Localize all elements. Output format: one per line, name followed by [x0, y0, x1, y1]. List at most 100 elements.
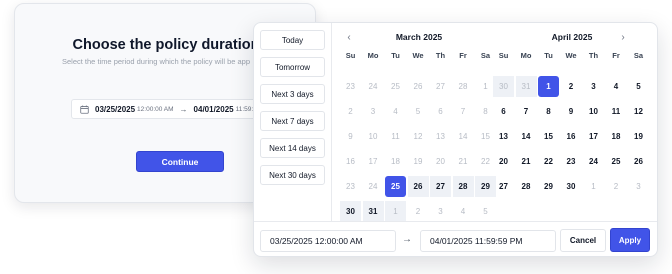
day-cell: 28	[458, 82, 468, 91]
day-cell: 2	[348, 107, 353, 116]
preset-list: Today Tomorrow Next 3 days Next 7 days N…	[254, 23, 332, 221]
day-cell[interactable]: 7	[516, 101, 537, 122]
day-cell[interactable]: 12	[628, 101, 649, 122]
arrow-right-icon: →	[402, 234, 412, 245]
day-cell[interactable]: 6	[493, 101, 514, 122]
day-cell: 5	[415, 107, 421, 116]
day-grid: Su Mo Tu We Th Fr Sa 23 24 25 26 27 28 1 2 3 4 5 6 7 8 9 10 11 1…	[340, 49, 498, 224]
day-cell[interactable]: 31	[362, 201, 384, 222]
preset-tomorrow[interactable]: Tomorrow	[260, 57, 325, 77]
day-cell[interactable]: 22	[538, 151, 559, 172]
chevron-right-icon[interactable]: ›	[616, 30, 630, 44]
preset-next-30-days[interactable]: Next 30 days	[260, 165, 325, 185]
day-cell: 20	[436, 157, 445, 166]
weekday-label: Tu	[391, 51, 400, 60]
day-cell[interactable]: 24	[583, 151, 604, 172]
day-cell: 3	[370, 107, 376, 116]
day-cell[interactable]: 20	[493, 151, 514, 172]
day-cell[interactable]: 30	[493, 76, 514, 97]
weekday-label: Th	[435, 51, 446, 60]
day-cell[interactable]: 5	[475, 201, 496, 222]
day-cell[interactable]: 25	[606, 151, 627, 172]
day-cell[interactable]: 3	[628, 176, 649, 197]
day-cell[interactable]: 3	[430, 201, 451, 222]
day-cell: 12	[413, 132, 423, 141]
day-cell: 7	[460, 107, 466, 116]
day-cell[interactable]: 26	[407, 176, 429, 197]
day-cell[interactable]: 28	[452, 176, 474, 197]
weekday-label: Mo	[367, 51, 379, 60]
month-title: March 2025	[395, 32, 443, 42]
weekday-label: Fr	[612, 51, 620, 60]
day-cell[interactable]: 2	[408, 201, 429, 222]
day-cell: 24	[368, 82, 378, 91]
day-cell: 16	[346, 157, 355, 166]
day-cell[interactable]: 30	[561, 176, 582, 197]
day-cell: 14	[458, 132, 468, 141]
selected-day[interactable]: 25	[385, 176, 406, 197]
day-cell: 17	[368, 157, 378, 166]
weekday-label: Tu	[544, 51, 553, 60]
preset-next-7-days[interactable]: Next 7 days	[260, 111, 325, 131]
day-cell: 24	[368, 182, 378, 191]
day-cell: 13	[436, 132, 445, 141]
day-cell[interactable]: 21	[516, 151, 537, 172]
day-cell[interactable]: 14	[516, 126, 537, 147]
day-cell[interactable]: 4	[606, 76, 627, 97]
day-cell: 27	[436, 82, 445, 91]
apply-button[interactable]: Apply	[610, 228, 650, 252]
weekday-label: We	[565, 51, 577, 60]
day-cell[interactable]: 18	[606, 126, 627, 147]
day-cell[interactable]: 13	[493, 126, 514, 147]
weekday-label: We	[412, 51, 424, 60]
day-cell[interactable]: 1	[583, 176, 604, 197]
continue-button[interactable]: Continue	[136, 151, 224, 172]
day-cell: 6	[438, 107, 443, 116]
day-cell[interactable]: 9	[561, 101, 582, 122]
weekday-label: Mo	[520, 51, 532, 60]
weekday-label: Su	[498, 51, 509, 60]
day-cell[interactable]: 4	[453, 201, 474, 222]
day-cell[interactable]: 27	[493, 176, 514, 197]
day-cell: 26	[413, 82, 423, 91]
day-cell[interactable]: 8	[538, 101, 559, 122]
cancel-button[interactable]: Cancel	[560, 229, 606, 252]
weekday-label: Sa	[633, 51, 644, 60]
selected-day[interactable]: 1	[538, 76, 559, 97]
range-start-date: 03/25/2025	[95, 104, 136, 114]
day-cell[interactable]: 29	[538, 176, 559, 197]
preset-today[interactable]: Today	[260, 30, 325, 50]
day-cell: 23	[346, 182, 355, 191]
day-cell: 18	[391, 157, 400, 166]
day-cell[interactable]: 5	[628, 76, 649, 97]
weekday-label: Th	[588, 51, 599, 60]
day-cell[interactable]: 23	[561, 151, 582, 172]
day-cell[interactable]: 19	[628, 126, 649, 147]
calendar-icon	[80, 105, 89, 114]
picker-footer: 03/25/2025 12:00:00 AM → 04/01/2025 11:5…	[254, 221, 657, 256]
start-datetime-input[interactable]: 03/25/2025 12:00:00 AM	[260, 230, 396, 252]
preset-next-3-days[interactable]: Next 3 days	[260, 84, 325, 104]
day-cell[interactable]: 28	[516, 176, 537, 197]
day-cell[interactable]: 31	[515, 76, 537, 97]
day-cell[interactable]: 2	[606, 176, 627, 197]
day-cell[interactable]: 27	[430, 176, 451, 197]
day-cell[interactable]: 30	[340, 201, 361, 222]
end-datetime-input[interactable]: 04/01/2025 11:59:59 PM	[420, 230, 556, 252]
range-end-date: 04/01/2025	[193, 104, 234, 114]
range-start-time: 12:00:00 AM	[137, 105, 174, 113]
day-cell[interactable]: 10	[583, 101, 604, 122]
day-cell[interactable]: 26	[628, 151, 649, 172]
day-cell[interactable]: 1	[385, 201, 406, 222]
day-cell[interactable]: 3	[583, 76, 604, 97]
day-cell[interactable]: 2	[561, 76, 582, 97]
day-cell: 19	[413, 157, 423, 166]
day-cell[interactable]: 17	[583, 126, 604, 147]
day-cell: 11	[391, 132, 400, 141]
day-cell: 9	[348, 132, 353, 141]
weekday-label: Fr	[459, 51, 467, 60]
day-cell[interactable]: 15	[538, 126, 559, 147]
day-cell[interactable]: 11	[606, 101, 627, 122]
day-cell[interactable]: 16	[561, 126, 582, 147]
preset-next-14-days[interactable]: Next 14 days	[260, 138, 325, 158]
